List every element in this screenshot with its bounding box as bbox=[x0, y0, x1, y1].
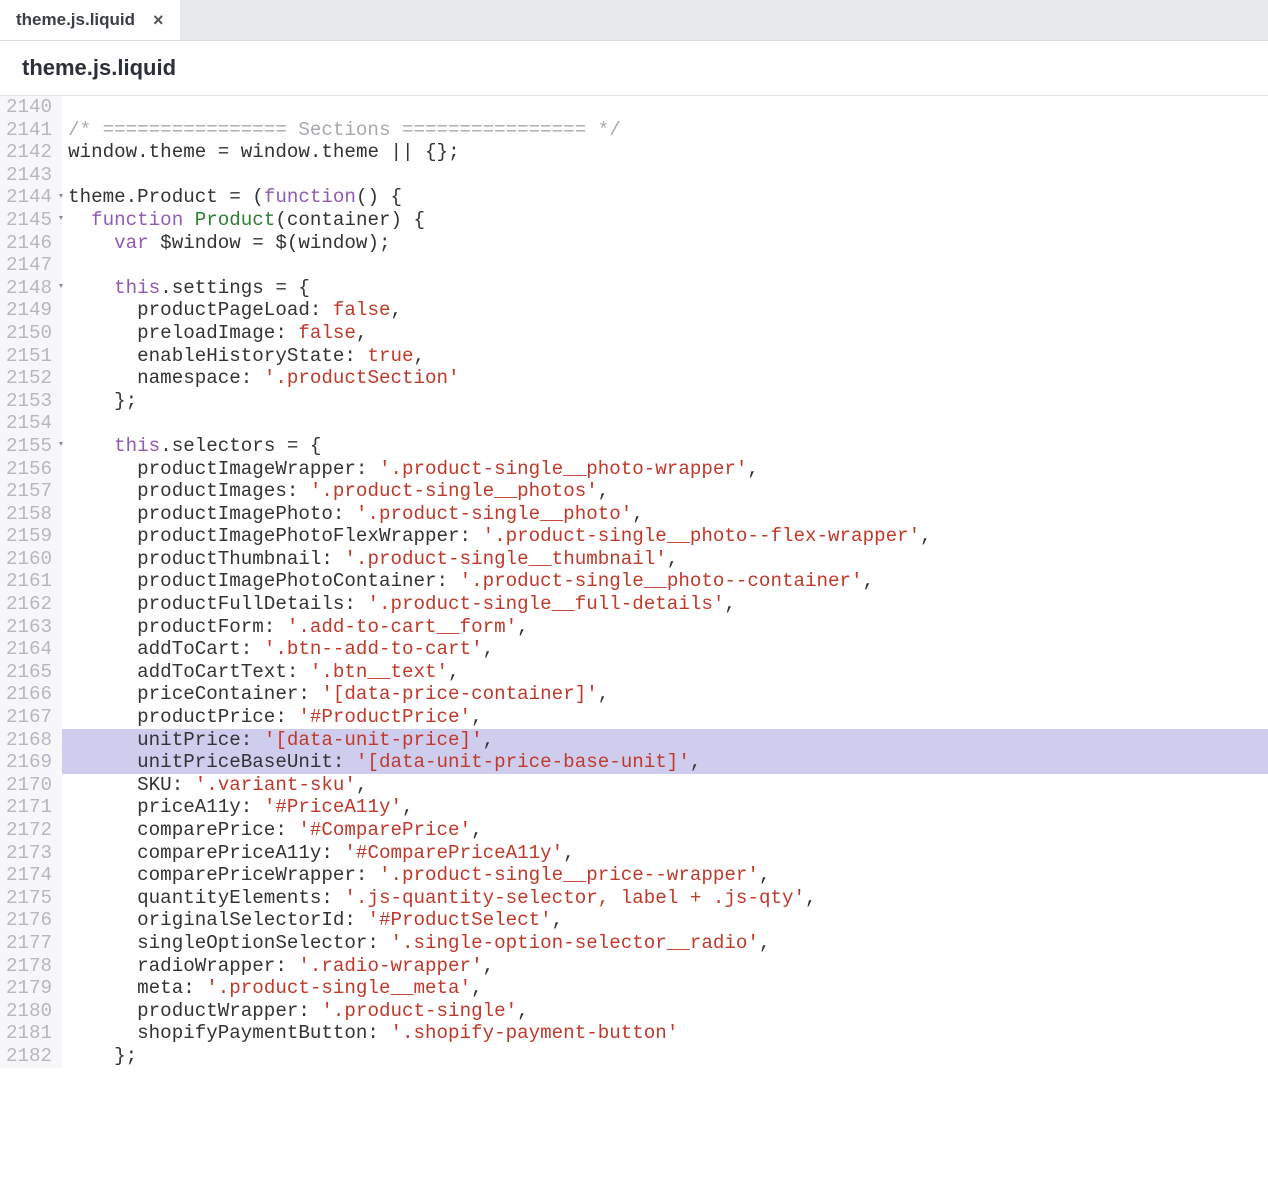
code-line[interactable]: addToCart: '.btn--add-to-cart', bbox=[62, 638, 1268, 661]
line-number: 2156 bbox=[0, 458, 62, 481]
code-line[interactable]: unitPriceBaseUnit: '[data-unit-price-bas… bbox=[62, 751, 1268, 774]
file-header: theme.js.liquid bbox=[0, 41, 1268, 96]
code-line[interactable]: /* ================ Sections ===========… bbox=[62, 119, 1268, 142]
line-number: 2142 bbox=[0, 141, 62, 164]
code-line[interactable]: enableHistoryState: true, bbox=[62, 345, 1268, 368]
line-number: 2176 bbox=[0, 909, 62, 932]
line-number: 2159 bbox=[0, 525, 62, 548]
line-number: 2146 bbox=[0, 232, 62, 255]
fold-icon[interactable]: ▾ bbox=[58, 186, 64, 209]
code-line[interactable]: singleOptionSelector: '.single-option-se… bbox=[62, 932, 1268, 955]
line-gutter: 21402141214221432144▾2145▾214621472148▾2… bbox=[0, 96, 62, 1068]
code-line[interactable]: productImageWrapper: '.product-single__p… bbox=[62, 458, 1268, 481]
code-line[interactable]: function Product(container) { bbox=[62, 209, 1268, 232]
fold-icon[interactable]: ▾ bbox=[58, 435, 64, 458]
line-number: 2179 bbox=[0, 977, 62, 1000]
close-icon[interactable]: × bbox=[153, 11, 164, 29]
code-line[interactable]: productFullDetails: '.product-single__fu… bbox=[62, 593, 1268, 616]
tab-bar: theme.js.liquid × bbox=[0, 0, 1268, 41]
code-line[interactable]: productThumbnail: '.product-single__thum… bbox=[62, 548, 1268, 571]
code-line[interactable]: productWrapper: '.product-single', bbox=[62, 1000, 1268, 1023]
line-number: 2140 bbox=[0, 96, 62, 119]
line-number: 2150 bbox=[0, 322, 62, 345]
code-line[interactable]: var $window = $(window); bbox=[62, 232, 1268, 255]
code-line[interactable]: }; bbox=[62, 1045, 1268, 1068]
code-line[interactable] bbox=[62, 96, 1268, 119]
code-line[interactable]: shopifyPaymentButton: '.shopify-payment-… bbox=[62, 1022, 1268, 1045]
line-number: 2168 bbox=[0, 729, 62, 752]
code-line[interactable]: this.selectors = { bbox=[62, 435, 1268, 458]
code-line[interactable]: comparePriceA11y: '#ComparePriceA11y', bbox=[62, 842, 1268, 865]
code-line[interactable]: productPageLoad: false, bbox=[62, 299, 1268, 322]
line-number: 2166 bbox=[0, 683, 62, 706]
code-line[interactable] bbox=[62, 164, 1268, 187]
code-line[interactable]: }; bbox=[62, 390, 1268, 413]
line-number: 2178 bbox=[0, 955, 62, 978]
code-area[interactable]: /* ================ Sections ===========… bbox=[62, 96, 1268, 1068]
line-number: 2148▾ bbox=[0, 277, 62, 300]
code-line[interactable]: preloadImage: false, bbox=[62, 322, 1268, 345]
line-number: 2174 bbox=[0, 864, 62, 887]
line-number: 2177 bbox=[0, 932, 62, 955]
code-line[interactable]: priceContainer: '[data-price-container]'… bbox=[62, 683, 1268, 706]
code-line[interactable]: comparePrice: '#ComparePrice', bbox=[62, 819, 1268, 842]
line-number: 2170 bbox=[0, 774, 62, 797]
code-line[interactable]: productImagePhoto: '.product-single__pho… bbox=[62, 503, 1268, 526]
code-line[interactable]: window.theme = window.theme || {}; bbox=[62, 141, 1268, 164]
line-number: 2180 bbox=[0, 1000, 62, 1023]
line-number: 2160 bbox=[0, 548, 62, 571]
tab-label: theme.js.liquid bbox=[16, 10, 135, 30]
code-line[interactable]: quantityElements: '.js-quantity-selector… bbox=[62, 887, 1268, 910]
code-line[interactable]: productImages: '.product-single__photos'… bbox=[62, 480, 1268, 503]
line-number: 2175 bbox=[0, 887, 62, 910]
fold-icon[interactable]: ▾ bbox=[58, 209, 64, 232]
line-number: 2141 bbox=[0, 119, 62, 142]
line-number: 2167 bbox=[0, 706, 62, 729]
line-number: 2172 bbox=[0, 819, 62, 842]
code-editor[interactable]: 21402141214221432144▾2145▾214621472148▾2… bbox=[0, 96, 1268, 1068]
line-number: 2152 bbox=[0, 367, 62, 390]
code-line[interactable]: unitPrice: '[data-unit-price]', bbox=[62, 729, 1268, 752]
code-line[interactable]: productImagePhotoContainer: '.product-si… bbox=[62, 570, 1268, 593]
code-line[interactable]: productForm: '.add-to-cart__form', bbox=[62, 616, 1268, 639]
code-line[interactable]: originalSelectorId: '#ProductSelect', bbox=[62, 909, 1268, 932]
code-line[interactable] bbox=[62, 254, 1268, 277]
code-line[interactable]: addToCartText: '.btn__text', bbox=[62, 661, 1268, 684]
line-number: 2151 bbox=[0, 345, 62, 368]
line-number: 2154 bbox=[0, 412, 62, 435]
code-line[interactable]: comparePriceWrapper: '.product-single__p… bbox=[62, 864, 1268, 887]
line-number: 2155▾ bbox=[0, 435, 62, 458]
line-number: 2161 bbox=[0, 570, 62, 593]
line-number: 2147 bbox=[0, 254, 62, 277]
line-number: 2149 bbox=[0, 299, 62, 322]
tab-active[interactable]: theme.js.liquid × bbox=[0, 0, 180, 40]
line-number: 2143 bbox=[0, 164, 62, 187]
code-line[interactable]: this.settings = { bbox=[62, 277, 1268, 300]
code-line[interactable]: productPrice: '#ProductPrice', bbox=[62, 706, 1268, 729]
code-line[interactable]: namespace: '.productSection' bbox=[62, 367, 1268, 390]
line-number: 2153 bbox=[0, 390, 62, 413]
line-number: 2164 bbox=[0, 638, 62, 661]
line-number: 2165 bbox=[0, 661, 62, 684]
line-number: 2171 bbox=[0, 796, 62, 819]
line-number: 2157 bbox=[0, 480, 62, 503]
line-number: 2182 bbox=[0, 1045, 62, 1068]
line-number: 2158 bbox=[0, 503, 62, 526]
line-number: 2163 bbox=[0, 616, 62, 639]
code-line[interactable]: priceA11y: '#PriceA11y', bbox=[62, 796, 1268, 819]
code-line[interactable]: SKU: '.variant-sku', bbox=[62, 774, 1268, 797]
code-line[interactable] bbox=[62, 412, 1268, 435]
line-number: 2181 bbox=[0, 1022, 62, 1045]
line-number: 2173 bbox=[0, 842, 62, 865]
line-number: 2169 bbox=[0, 751, 62, 774]
line-number: 2162 bbox=[0, 593, 62, 616]
fold-icon[interactable]: ▾ bbox=[58, 277, 64, 300]
code-line[interactable]: theme.Product = (function() { bbox=[62, 186, 1268, 209]
line-number: 2145▾ bbox=[0, 209, 62, 232]
line-number: 2144▾ bbox=[0, 186, 62, 209]
code-line[interactable]: radioWrapper: '.radio-wrapper', bbox=[62, 955, 1268, 978]
code-line[interactable]: productImagePhotoFlexWrapper: '.product-… bbox=[62, 525, 1268, 548]
code-line[interactable]: meta: '.product-single__meta', bbox=[62, 977, 1268, 1000]
